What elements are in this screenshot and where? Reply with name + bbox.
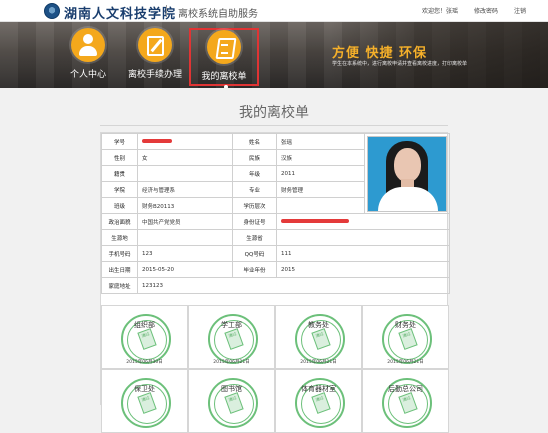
- logout-link[interactable]: 注销: [514, 6, 526, 15]
- field-label: 身份证号: [232, 213, 277, 230]
- approval-cell: 通过 体育器材室: [275, 369, 362, 433]
- field-value: [276, 197, 365, 214]
- school-name: 湖南人文科技学院: [64, 7, 177, 22]
- field-value: 汉族: [276, 149, 365, 166]
- approval-date: 2015年06月21日: [213, 360, 250, 365]
- field-value: 2015-05-20: [137, 261, 233, 278]
- approval-cell: 通过 后勤总公司: [362, 369, 449, 433]
- table-row: 家庭地址 123123: [101, 277, 450, 294]
- approval-cell: 通过 图书馆: [188, 369, 275, 433]
- nav-label: 离校手续办理: [127, 70, 182, 80]
- student-id-value: [137, 133, 233, 150]
- student-photo: [367, 135, 447, 212]
- department-name: 教务处: [308, 321, 329, 329]
- welcome-user-link[interactable]: 欢迎您！张瑶: [422, 6, 458, 15]
- document-icon: [207, 30, 241, 64]
- field-label: 年级: [232, 165, 277, 182]
- banner-slogan: 方便 快捷 环保: [332, 46, 428, 61]
- field-label: 性别: [101, 149, 138, 166]
- nav-my-leave-form[interactable]: 我的离校单: [189, 28, 259, 88]
- field-value: 张瑶: [276, 133, 365, 150]
- field-value: 123123: [137, 277, 450, 294]
- field-value: 财务管理: [276, 181, 365, 198]
- field-label: 出生日期: [101, 261, 138, 278]
- approval-cell: 通过 教务处 2015年06月21日: [275, 305, 362, 369]
- nav-label: 我的离校单: [201, 72, 247, 82]
- top-links: 欢迎您！张瑶 修改密码 注销: [422, 6, 526, 15]
- approval-date: 2015年06月30日: [126, 360, 163, 365]
- field-label: 毕业年份: [232, 261, 277, 278]
- department-name: 保卫处: [134, 385, 155, 393]
- edit-form-icon: [138, 28, 172, 62]
- approval-date: 2015年06月21日: [300, 360, 337, 365]
- field-label: 政治面貌: [101, 213, 138, 230]
- field-label: 家庭地址: [101, 277, 138, 294]
- field-label: 手机号码: [101, 245, 138, 262]
- field-label: QQ号码: [232, 245, 277, 262]
- table-row: 政治面貌 中国共产党党员 身份证号: [101, 213, 450, 230]
- person-icon: [71, 28, 105, 62]
- nav-label: 个人中心: [69, 70, 106, 80]
- approval-cell: 通过 学工部 2015年06月21日: [188, 305, 275, 369]
- field-value: [276, 229, 450, 246]
- id-card-value: [276, 213, 450, 230]
- approval-cell: 通过 财务处 2015年06月21日: [362, 305, 449, 369]
- department-name: 后勤总公司: [388, 385, 423, 393]
- field-value: 123: [137, 245, 233, 262]
- divider: [100, 125, 448, 126]
- divider: [166, 5, 167, 17]
- system-title: 离校系统自助服务: [178, 9, 258, 20]
- approval-cell: 通过 组织部 2015年06月30日: [101, 305, 188, 369]
- field-label: 姓名: [232, 133, 277, 150]
- approval-date: 2015年06月21日: [387, 360, 424, 365]
- department-name: 组织部: [134, 321, 155, 329]
- field-label: 籍贯: [101, 165, 138, 182]
- field-label: 学院: [101, 181, 138, 198]
- field-label: 班级: [101, 197, 138, 214]
- table-row: 出生日期 2015-05-20 毕业年份 2015: [101, 261, 450, 278]
- field-label: 学号: [101, 133, 138, 150]
- field-value: 2015: [276, 261, 450, 278]
- photo-cell: [364, 133, 450, 214]
- nav-personal-center[interactable]: 个人中心: [53, 28, 123, 86]
- department-approval-grid: 通过 组织部 2015年06月30日 通过 学工部 2015年06月21日 通过…: [101, 305, 449, 433]
- redaction-mark: [142, 139, 172, 143]
- table-row: 生源地 生源省: [101, 229, 450, 246]
- nav-banner: 个人中心 离校手续办理 我的离校单 方便 快捷 环保 学生在本系统中，进行离校申…: [0, 22, 548, 88]
- field-label: 生源地: [101, 229, 138, 246]
- top-bar: 湖南人文科技学院 离校系统自助服务 欢迎您！张瑶 修改密码 注销: [0, 0, 548, 22]
- active-indicator: [224, 85, 228, 88]
- field-value: [137, 165, 233, 182]
- change-password-link[interactable]: 修改密码: [474, 6, 498, 15]
- field-label: 专业: [232, 181, 277, 198]
- school-seal-logo: [44, 3, 60, 19]
- student-info-table: 学号 姓名 张瑶 性别 女 民族 汉族 籍贯 年级 2011 学院 经济与管理系…: [101, 133, 450, 294]
- field-label: 生源省: [232, 229, 277, 246]
- field-value: 经济与管理系: [137, 181, 233, 198]
- department-name: 财务处: [395, 321, 416, 329]
- department-name: 图书馆: [221, 385, 242, 393]
- field-value: 111: [276, 245, 450, 262]
- leave-form-sheet: 学号 姓名 张瑶 性别 女 民族 汉族 籍贯 年级 2011 学院 经济与管理系…: [100, 132, 450, 433]
- field-value: 财务B20113: [137, 197, 233, 214]
- table-row: 学号 姓名 张瑶: [101, 133, 450, 214]
- field-value: 女: [137, 149, 233, 166]
- approval-cell: 通过 保卫处: [101, 369, 188, 433]
- table-row: 手机号码 123 QQ号码 111: [101, 245, 450, 262]
- field-value: 中国共产党党员: [137, 213, 233, 230]
- field-value: [137, 229, 233, 246]
- banner-subtitle: 学生在本系统中，进行离校申请并查看离校进度，打印离校单: [332, 61, 468, 67]
- field-label: 民族: [232, 149, 277, 166]
- department-name: 学工部: [221, 321, 242, 329]
- field-label: 学历层次: [232, 197, 277, 214]
- department-name: 体育器材室: [301, 385, 336, 393]
- nav-leave-procedures[interactable]: 离校手续办理: [120, 28, 190, 86]
- field-value: 2011: [276, 165, 365, 182]
- redaction-mark: [281, 219, 349, 223]
- page-title: 我的离校单: [239, 105, 309, 121]
